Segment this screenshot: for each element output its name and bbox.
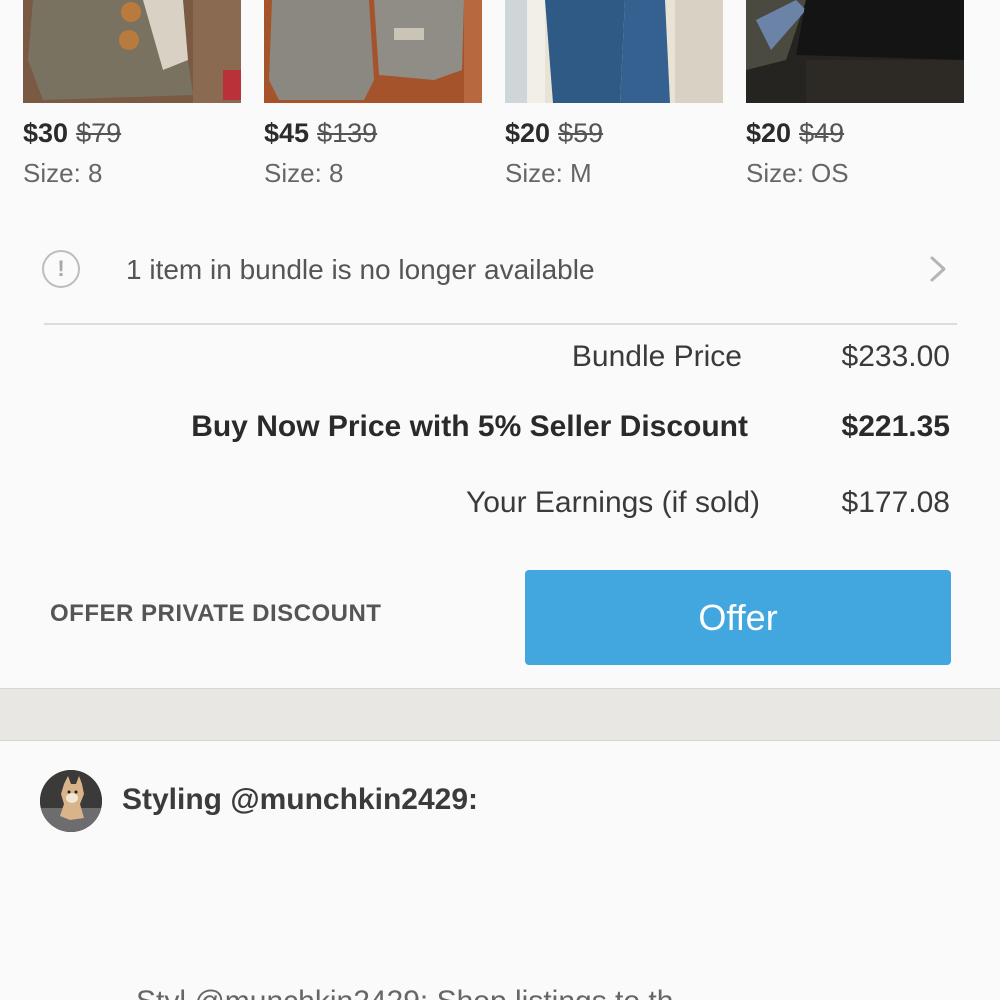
price-row: $45 $139 bbox=[264, 118, 377, 149]
product-image-ugg[interactable] bbox=[264, 0, 482, 103]
section-separator bbox=[0, 688, 1000, 741]
size-label: Size: M bbox=[505, 158, 592, 188]
bundle-item[interactable]: $20 $49 Size: OS bbox=[746, 0, 964, 188]
bundle-item[interactable]: $45 $139 Size: 8 bbox=[264, 0, 482, 188]
bundle-price-value: $233.00 bbox=[841, 340, 950, 373]
bundle-price-label: Bundle Price bbox=[571, 340, 742, 373]
product-image-top[interactable] bbox=[746, 0, 964, 103]
bundle-page: $30 $79 Size: 8 $45 $139 Size: 8 $20 $59… bbox=[0, 0, 1000, 1000]
bundle-items: $30 $79 Size: 8 $45 $139 Size: 8 $20 $59… bbox=[0, 0, 1000, 200]
buy-now-price-value: $221.35 bbox=[841, 410, 950, 443]
avatar[interactable] bbox=[40, 770, 102, 832]
offer-private-discount-button[interactable]: OFFER PRIVATE DISCOUNT bbox=[50, 600, 381, 628]
sale-price: $20 bbox=[505, 118, 551, 148]
price-row: $20 $49 bbox=[746, 118, 844, 149]
product-image-boots[interactable] bbox=[23, 0, 241, 103]
buy-now-price-label: Buy Now Price with 5% Seller Discount bbox=[191, 410, 748, 443]
styling-body-text: Styl @munchkin2429: Shop listings to th bbox=[136, 985, 673, 1000]
unavailable-notice[interactable]: ! 1 item in bundle is no longer availabl… bbox=[42, 245, 957, 297]
price-row: $20 $59 bbox=[505, 118, 603, 149]
size-label: Size: 8 bbox=[264, 158, 344, 188]
chevron-right-icon bbox=[930, 256, 946, 282]
sale-price: $30 bbox=[23, 118, 69, 148]
offer-button[interactable]: Offer bbox=[525, 570, 951, 665]
product-image-jeans[interactable] bbox=[505, 0, 723, 103]
styling-label: Styling @munchkin2429: bbox=[122, 783, 479, 816]
bundle-item[interactable]: $30 $79 Size: 8 bbox=[23, 0, 241, 188]
price-row: $30 $79 bbox=[23, 118, 121, 149]
earnings-label: Your Earnings (if sold) bbox=[465, 486, 760, 519]
earnings-value: $177.08 bbox=[841, 486, 950, 519]
alert-circle-icon: ! bbox=[42, 250, 80, 288]
notice-text: 1 item in bundle is no longer available bbox=[126, 254, 595, 285]
original-price: $49 bbox=[799, 118, 845, 148]
sale-price: $45 bbox=[264, 118, 310, 148]
divider bbox=[44, 323, 957, 325]
size-label: Size: 8 bbox=[23, 158, 103, 188]
original-price: $79 bbox=[76, 118, 122, 148]
original-price: $139 bbox=[317, 118, 378, 148]
sale-price: $20 bbox=[746, 118, 792, 148]
size-label: Size: OS bbox=[746, 158, 849, 188]
bundle-item[interactable]: $20 $59 Size: M bbox=[505, 0, 723, 188]
original-price: $59 bbox=[558, 118, 604, 148]
